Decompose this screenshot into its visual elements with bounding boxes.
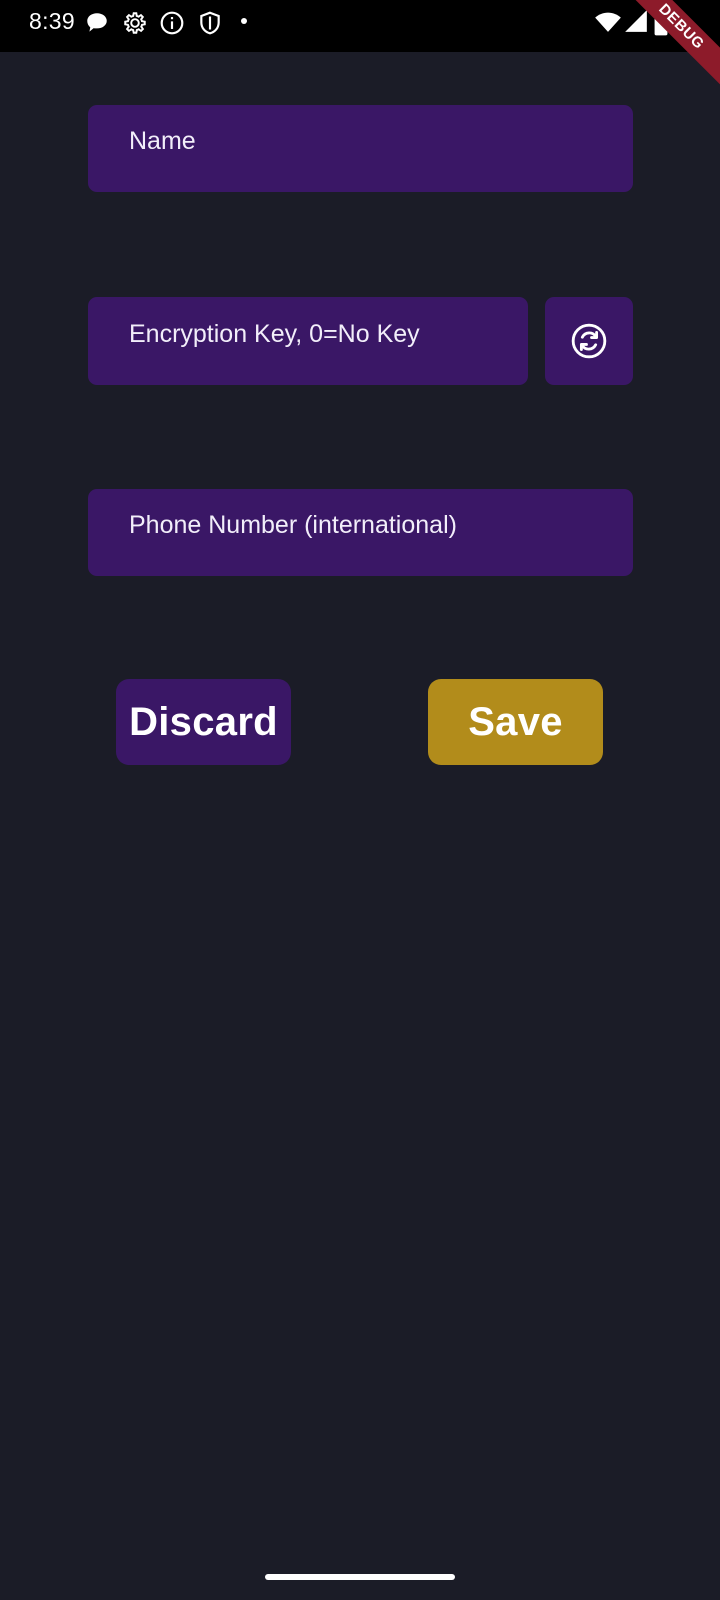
name-input[interactable] — [88, 105, 633, 192]
refresh-circle-icon — [571, 323, 607, 359]
save-button[interactable]: Save — [428, 679, 603, 765]
info-icon — [159, 10, 185, 36]
phone-number-input[interactable] — [88, 489, 633, 576]
gear-icon — [122, 10, 148, 36]
phone-number-field[interactable] — [88, 489, 633, 576]
wifi-icon — [594, 8, 622, 36]
status-bar: 8:39 — [0, 0, 720, 52]
dot-icon — [238, 15, 250, 27]
encryption-key-field[interactable] — [88, 297, 528, 385]
signal-icon — [623, 8, 649, 34]
home-indicator[interactable] — [265, 1574, 455, 1580]
regenerate-key-button[interactable] — [545, 297, 633, 385]
status-time: 8:39 — [29, 8, 75, 34]
name-field[interactable] — [88, 105, 633, 192]
chat-bubble-icon — [84, 10, 110, 36]
discard-button[interactable]: Discard — [116, 679, 291, 765]
shield-icon — [197, 10, 223, 36]
encryption-key-input[interactable] — [88, 297, 528, 385]
